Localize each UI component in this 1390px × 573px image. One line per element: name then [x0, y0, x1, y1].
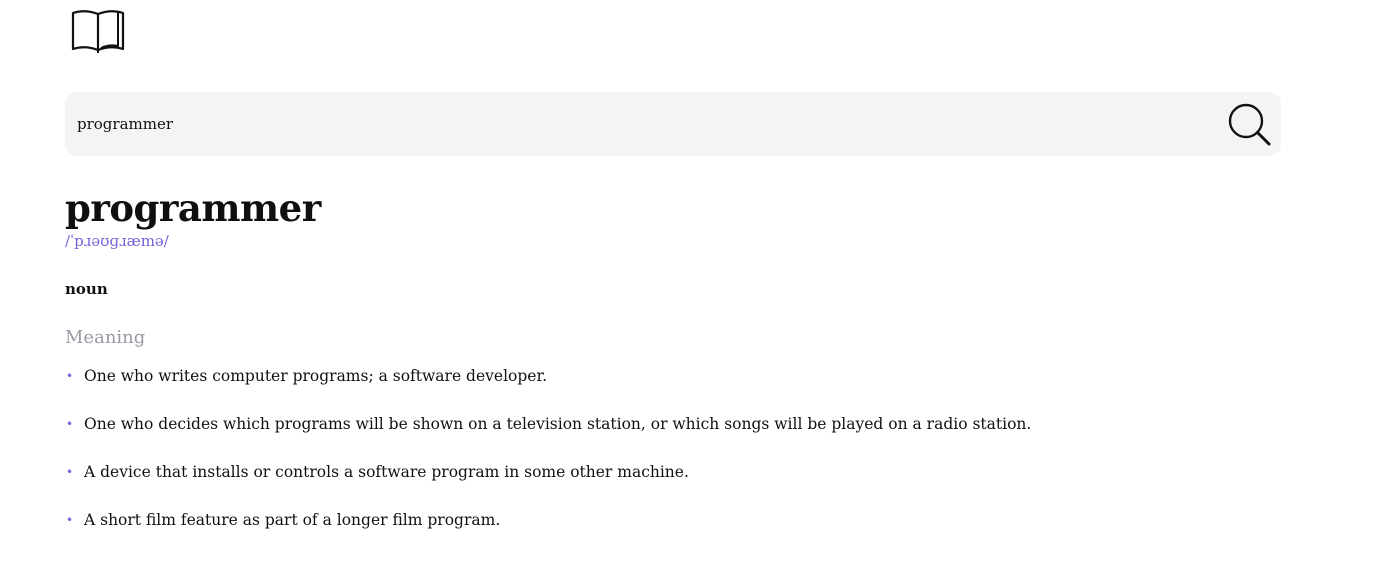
- meaning-item: • A device that installs or controls a s…: [65, 460, 1031, 508]
- search-button[interactable]: [1225, 100, 1273, 148]
- word-title: programmer: [65, 186, 321, 230]
- dictionary-page: programmer /ˈpɹəʊɡɹæmə/ noun Meaning • O…: [0, 0, 1390, 573]
- bullet-icon: •: [66, 513, 74, 527]
- search-bar: [65, 92, 1281, 156]
- phonetic-text: /ˈpɹəʊɡɹæmə/: [65, 232, 169, 250]
- meaning-text: A short film feature as part of a longer…: [84, 511, 501, 529]
- search-input[interactable]: [77, 92, 1217, 156]
- meaning-text: A device that installs or controls a sof…: [84, 463, 689, 481]
- meaning-item: • A short film feature as part of a long…: [65, 508, 1031, 556]
- meaning-list: • One who writes computer programs; a so…: [65, 364, 1031, 556]
- part-of-speech: noun: [65, 280, 108, 298]
- magnifier-icon: [1228, 103, 1271, 146]
- meaning-text: One who decides which programs will be s…: [84, 415, 1032, 433]
- bullet-icon: •: [66, 417, 74, 431]
- meaning-item: • One who writes computer programs; a so…: [65, 364, 1031, 412]
- meaning-heading: Meaning: [65, 327, 146, 348]
- bullet-icon: •: [66, 465, 74, 479]
- open-book-icon: [71, 8, 125, 54]
- bullet-icon: •: [66, 369, 74, 383]
- meaning-item: • One who decides which programs will be…: [65, 412, 1031, 460]
- meaning-text: One who writes computer programs; a soft…: [84, 367, 548, 385]
